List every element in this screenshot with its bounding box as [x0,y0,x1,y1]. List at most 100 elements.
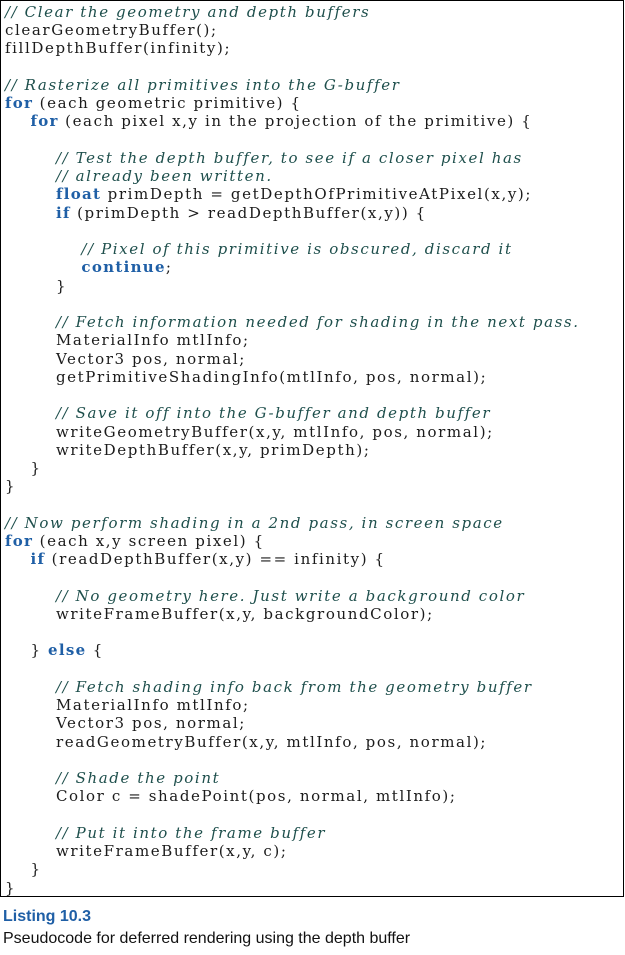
code-line: // Save it off into the G-buffer and dep… [5,404,491,422]
code-line: writeFrameBuffer(x,y, backgroundColor); [5,605,434,623]
code-line: // No geometry here. Just write a backgr… [5,587,525,605]
code-line: // Fetch information needed for shading … [5,313,580,331]
keyword: for [30,112,59,131]
code-line: fillDepthBuffer(infinity); [5,39,231,57]
code-line: continue; [5,258,173,276]
comment: // Rasterize all primitives into the G-b… [5,75,401,94]
keyword: else [47,641,87,660]
code-text: Color c = shadePoint(pos, normal, mtlInf… [5,787,457,806]
comment: // Now perform shading in a 2nd pass, in… [5,513,504,532]
code-line: getPrimitiveShadingInfo(mtlInfo, pos, no… [5,368,487,386]
code-listing: // Clear the geometry and depth buffers c… [0,0,624,897]
comment: // Pixel of this primitive is obscured, … [81,240,513,259]
code-text: MaterialInfo mtlInfo; [5,696,250,715]
keyword: continue [81,258,166,277]
code-line: readGeometryBuffer(x,y, mtlInfo, pos, no… [5,733,487,751]
code-line: Vector3 pos, normal; [5,350,246,368]
code-text: MaterialInfo mtlInfo; [5,331,250,350]
code-line: // Pixel of this primitive is obscured, … [5,240,513,258]
comment: // already been written. [55,167,273,186]
comment: // Clear the geometry and depth buffers [5,3,371,21]
code-text: clearGeometryBuffer(); [5,21,218,40]
code-line: } [5,277,67,295]
code-text: } [5,459,42,477]
code-text: (each geometric primitive) { [33,94,302,113]
listing-caption: Pseudocode for deferred rendering using … [3,930,411,947]
code-text: Vector3 pos, normal; [5,714,246,733]
code-text: (primDepth > readDepthBuffer(x,y)) { [70,203,427,222]
code-line: MaterialInfo mtlInfo; [5,696,250,714]
code-text: ; [165,258,173,277]
comment: // Test the depth buffer, to see if a cl… [55,148,523,167]
code-text: { [86,641,104,660]
code-line: // Shade the point [5,769,220,787]
code-text: writeGeometryBuffer(x,y, mtlInfo, pos, n… [5,422,494,441]
code-line: for (each x,y screen pixel) { [5,532,265,550]
comment: // Fetch information needed for shading … [55,313,580,332]
keyword: float [55,185,102,204]
code-line: } [5,477,16,495]
comment: // Save it off into the G-buffer and dep… [55,404,492,423]
code-text: writeFrameBuffer(x,y, c); [5,842,288,861]
keyword: for [5,94,34,113]
code-line: // already been written. [5,167,273,185]
code-text: } [5,276,68,295]
code-line: // Put it into the frame buffer [5,824,326,842]
code-line: writeGeometryBuffer(x,y, mtlInfo, pos, n… [5,423,494,441]
code-line: clearGeometryBuffer(); [5,21,218,39]
code-line: MaterialInfo mtlInfo; [5,331,250,349]
code-text: } [5,878,17,897]
code-line: for (each pixel x,y in the projection of… [5,112,532,130]
code-text: Vector3 pos, normal; [5,349,246,368]
code-line: // Test the depth buffer, to see if a cl… [5,149,523,167]
listing-title: Listing 10.3 [3,908,92,925]
code-line: float primDepth = getDepthOfPrimitiveAtP… [5,185,532,203]
code-text: (each x,y screen pixel) { [33,531,265,550]
keyword: if [30,550,46,569]
comment: // Put it into the frame buffer [55,823,327,842]
code-line: for (each geometric primitive) { [5,94,302,112]
code-text: primDepth = getDepthOfPrimitiveAtPixel(x… [101,185,533,204]
code-line: // Fetch shading info back from the geom… [5,678,533,696]
code-line: Color c = shadePoint(pos, normal, mtlInf… [5,787,457,805]
code-text: } [5,477,17,496]
code-text: readGeometryBuffer(x,y, mtlInfo, pos, no… [5,732,488,751]
code-text: (each pixel x,y in the projection of the… [58,112,533,131]
code-text: } [5,641,48,660]
code-line: writeFrameBuffer(x,y, c); [5,842,288,860]
code-line: writeDepthBuffer(x,y, primDepth); [5,441,370,459]
code-text: (readDepthBuffer(x,y) == infinity) { [45,550,386,569]
code-line: Vector3 pos, normal; [5,714,246,732]
keyword: if [55,203,71,222]
code-line: // Now perform shading in a 2nd pass, in… [5,514,504,532]
code-line: if (readDepthBuffer(x,y) == infinity) { [5,550,386,568]
comment: // Shade the point [55,769,221,788]
code-line: } [5,879,16,897]
comment: // No geometry here. Just write a backgr… [55,586,526,605]
code-text: getPrimitiveShadingInfo(mtlInfo, pos, no… [5,367,488,386]
code-line: // Rasterize all primitives into the G-b… [5,76,400,94]
code-line: } [5,459,42,477]
code-text: } [5,860,42,879]
code-line: } else { [5,641,104,659]
code-line: if (primDepth > readDepthBuffer(x,y)) { [5,204,427,222]
keyword: for [5,531,34,550]
code-text: writeDepthBuffer(x,y, primDepth); [5,440,371,459]
code-line: // Clear the geometry and depth buffers [5,3,370,21]
comment: // Fetch shading info back from the geom… [55,677,533,696]
code-text: writeFrameBuffer(x,y, backgroundColor); [5,604,434,623]
